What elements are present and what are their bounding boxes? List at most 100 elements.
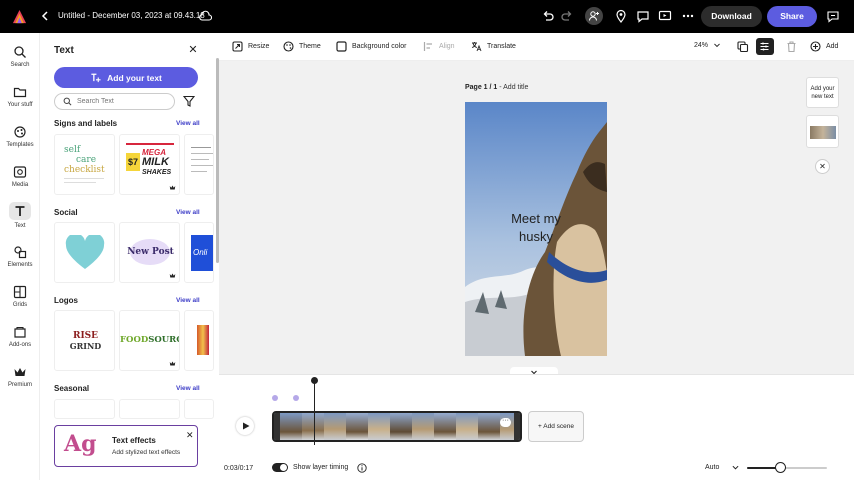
page-thumbnail[interactable]	[806, 115, 839, 148]
zoom-dropdown[interactable]: 24%	[694, 41, 721, 49]
cloud-sync-icon[interactable]	[198, 10, 213, 22]
zoom-value: 24%	[694, 41, 709, 49]
undo-icon[interactable]	[541, 9, 555, 23]
template-thumb-food-source[interactable]: FOODSOURCE	[119, 310, 180, 371]
theme-label: Theme	[299, 43, 321, 50]
rail-item-elements[interactable]: Elements	[0, 245, 40, 268]
rail-item-premium[interactable]: Premium	[0, 365, 40, 388]
clip-end-handle[interactable]	[514, 413, 520, 440]
close-icon[interactable]: ✕	[186, 430, 194, 441]
document-title[interactable]: Untitled - December 03, 2023 at 09.43.18	[58, 11, 205, 20]
rail-item-text[interactable]: Text	[0, 202, 40, 229]
view-all-link[interactable]: View all	[176, 120, 200, 127]
more-options-icon[interactable]	[681, 9, 695, 23]
view-all-link[interactable]: View all	[176, 209, 200, 216]
trash-icon[interactable]	[785, 40, 798, 53]
timeline-zoom-dropdown[interactable]: Auto	[705, 464, 739, 471]
template-thumb-seasonal-1[interactable]	[54, 399, 115, 419]
resize-label: Resize	[248, 43, 270, 50]
template-thumb-rise-grind[interactable]: RISE GRIND	[54, 310, 115, 371]
left-rail: Search Your stuff Templates Media Text E…	[0, 33, 40, 480]
folder-icon	[13, 87, 27, 98]
thumb-text: MILK	[142, 156, 169, 168]
side-add-text-line: Add your	[810, 86, 835, 92]
search-input[interactable]	[77, 98, 172, 105]
add-button[interactable]: Add	[810, 41, 838, 52]
view-all-link[interactable]: View all	[176, 297, 200, 304]
text-effects-glyph: Ag	[64, 431, 97, 457]
crown-icon	[169, 185, 176, 190]
comment-icon[interactable]	[636, 9, 650, 23]
template-thumb-seasonal-3[interactable]	[184, 399, 214, 419]
location-pin-icon[interactable]	[614, 9, 628, 23]
rail-item-add-ons[interactable]: Add-ons	[0, 325, 40, 348]
layers-icon[interactable]	[736, 40, 749, 53]
side-add-text-button[interactable]: Add your new text	[806, 77, 839, 108]
rail-label: Your stuff	[7, 102, 33, 108]
present-icon[interactable]	[658, 9, 672, 23]
template-thumb-online[interactable]: Onli	[184, 222, 214, 283]
align-button[interactable]: Align	[423, 41, 455, 52]
background-color-button[interactable]: Background color	[336, 41, 406, 52]
rail-item-search[interactable]: Search	[0, 45, 40, 68]
design-page[interactable]: Meet my husky	[465, 102, 607, 356]
add-title-link[interactable]: - Add title	[497, 84, 528, 91]
thumb-text: care	[76, 155, 97, 165]
rail-item-your-stuff[interactable]: Your stuff	[0, 85, 40, 108]
rail-label: Search	[10, 62, 30, 68]
template-thumb-new-post[interactable]: New Post	[119, 222, 180, 283]
timeline-zoom-value: Auto	[705, 464, 720, 471]
resize-button[interactable]: Resize	[232, 41, 269, 52]
add-your-text-button[interactable]: Add your text	[54, 67, 198, 88]
keyframe-dot[interactable]	[293, 395, 299, 401]
rail-item-media[interactable]: Media	[0, 165, 40, 188]
feedback-icon[interactable]	[826, 9, 840, 23]
play-button[interactable]	[236, 417, 254, 435]
rail-item-grids[interactable]: Grids	[0, 285, 40, 308]
template-thumb-heart[interactable]	[54, 222, 115, 283]
scene-clip[interactable]: ···	[272, 411, 522, 442]
page-text-heading[interactable]: Meet my husky	[465, 210, 607, 246]
redo-icon[interactable]	[560, 9, 574, 23]
timeline-toggle-button[interactable]	[756, 38, 774, 55]
theme-button[interactable]: Theme	[283, 41, 321, 52]
rail-item-templates[interactable]: Templates	[0, 125, 40, 148]
view-all-link[interactable]: View all	[176, 385, 200, 392]
download-button[interactable]: Download	[701, 6, 762, 27]
template-thumb-seasonal-2[interactable]	[119, 399, 180, 419]
show-layer-timing-toggle[interactable]	[272, 463, 288, 472]
share-button[interactable]: Share	[767, 6, 817, 27]
text-effects-subtitle: Add stylized text effects	[112, 449, 181, 456]
translate-button[interactable]: Translate	[471, 41, 516, 52]
thumb-text: SHAKES	[142, 169, 172, 176]
text-panel: Text ✕ Add your text Signs and labels Vi…	[41, 33, 216, 480]
add-label: Add	[826, 43, 839, 50]
crown-icon	[169, 361, 176, 366]
add-collaborator-icon[interactable]	[585, 7, 603, 25]
playhead-line[interactable]	[314, 381, 315, 445]
keyframe-dot[interactable]	[272, 395, 278, 401]
template-thumb-milkshakes[interactable]: $7 MEGA MILK SHAKES	[119, 134, 180, 195]
crown-icon	[169, 273, 176, 278]
close-icon[interactable]: ✕	[188, 45, 198, 56]
add-scene-button[interactable]: + Add scene	[528, 411, 584, 442]
rail-active-highlight	[9, 202, 31, 220]
close-icon[interactable]: ✕	[815, 159, 830, 174]
playhead-handle[interactable]	[311, 377, 318, 384]
back-chevron-icon[interactable]	[39, 9, 51, 23]
palette-icon	[283, 41, 294, 52]
align-icon	[423, 42, 432, 51]
filter-icon[interactable]	[183, 95, 195, 107]
search-box	[54, 93, 175, 110]
clip-more-options-icon[interactable]: ···	[500, 417, 511, 427]
page-label: Page 1 / 1 - Add title	[465, 84, 528, 91]
template-thumb-self-care[interactable]: self care checklist	[54, 134, 115, 195]
page-text-line: husky	[519, 229, 553, 244]
template-thumb-list[interactable]	[184, 134, 214, 195]
template-thumb-logo-3[interactable]	[184, 310, 214, 371]
adobe-express-logo-icon[interactable]	[12, 9, 27, 24]
media-icon	[13, 166, 27, 178]
text-effects-card[interactable]: Ag Text effects Add stylized text effect…	[54, 425, 198, 467]
timeline-zoom-slider-handle[interactable]	[774, 462, 786, 473]
info-icon[interactable]	[357, 463, 367, 473]
